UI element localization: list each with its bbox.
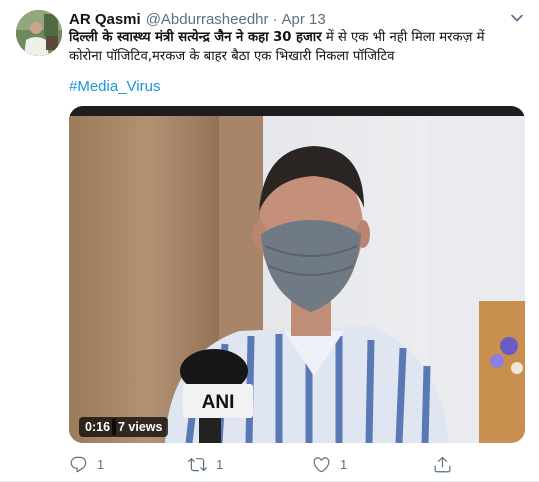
chevron-down-icon[interactable] xyxy=(509,10,525,26)
retweet-icon xyxy=(188,455,207,474)
avatar[interactable] xyxy=(16,10,62,56)
tweet-actions: 1 1 1 xyxy=(69,454,509,474)
tweet-text-line-2: कोरोना पॉजिटिव,मरकज के बाहर बैठा एक भिखा… xyxy=(69,49,395,64)
tweet-header: AR Qasmi @Abdurrasheedhr · Apr 13 xyxy=(69,10,509,30)
tweet-text-bold: दिल्ली के स्वास्थ्य मंत्री सत्येन्द्र जै… xyxy=(69,30,322,45)
tweet[interactable]: AR Qasmi @Abdurrasheedhr · Apr 13 दिल्ली… xyxy=(0,0,539,482)
tweet-text-line-1: दिल्ली के स्वास्थ्य मंत्री सत्येन्द्र जै… xyxy=(69,28,509,47)
tweet-date[interactable]: Apr 13 xyxy=(282,10,326,30)
author-display-name[interactable]: AR Qasmi xyxy=(69,10,141,30)
hashtag-link[interactable]: #Media_Virus xyxy=(69,77,160,97)
author-handle[interactable]: @Abdurrasheedhr xyxy=(146,10,269,30)
video-duration-badge: 0:16 xyxy=(79,417,117,437)
share-button[interactable] xyxy=(433,454,452,474)
share-icon xyxy=(433,455,452,474)
video-player[interactable]: ANI 0:16 7 views xyxy=(69,106,525,443)
retweet-count: 1 xyxy=(216,456,224,472)
reply-count: 1 xyxy=(97,456,105,472)
separator-dot: · xyxy=(272,11,278,28)
video-views-badge: 7 views xyxy=(112,417,169,437)
like-count: 1 xyxy=(340,456,348,472)
video-thumbnail: ANI xyxy=(69,116,525,443)
tweet-text: दिल्ली के स्वास्थ्य मंत्री सत्येन्द्र जै… xyxy=(69,28,509,66)
tweet-text-rest: में से एक भी नही मिला मरकज़ में xyxy=(321,30,485,45)
retweet-button[interactable]: 1 xyxy=(188,454,223,474)
heart-icon xyxy=(312,455,331,474)
like-button[interactable]: 1 xyxy=(312,454,347,474)
reply-icon xyxy=(69,455,88,474)
reply-button[interactable]: 1 xyxy=(69,454,104,474)
mic-logo-text: ANI xyxy=(202,392,235,413)
